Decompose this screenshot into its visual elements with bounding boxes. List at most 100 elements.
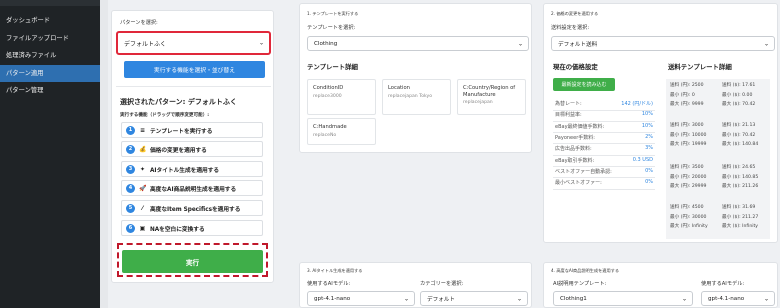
current-price-title: 現在の価格設定	[553, 63, 598, 71]
template-select[interactable]: Clothing ⌄	[307, 36, 529, 51]
price-setting-row: 為替レート: 142 (円/ドル)	[553, 100, 655, 109]
money-bag-icon: 💰	[139, 145, 147, 153]
ai-description-template-select[interactable]: Clothing1 ⌄	[553, 291, 693, 306]
tier-usd-value: 最大 ($): 70.42	[722, 102, 756, 108]
select-features-button[interactable]: 実行する機能を選択・並び替え	[124, 61, 265, 78]
pattern-divider	[116, 86, 271, 87]
step-label: 高度なItem Specificsを適用する	[150, 206, 241, 213]
feature-step[interactable]: 3 ✦ AIタイトル生成を適用する	[121, 161, 263, 177]
price-setting-row: 広告出品手数料: 3%	[553, 145, 655, 154]
ai-model-select[interactable]: gpt-4.1-nano ⌄	[307, 291, 415, 306]
na-icon: ▣	[139, 224, 146, 232]
tier-yen-value: 最大 (円): 9999	[670, 102, 704, 108]
refresh-settings-button[interactable]: 最新設定を読み込む	[553, 78, 615, 91]
ai-description-model-select[interactable]: gpt-4.1-nano ⌄	[701, 291, 775, 306]
shipping-tier-panel: 送料 (円): 2500 送料 ($): 17.61 最小 (円): 0 最小 ($)…	[666, 79, 770, 239]
rocket-icon: 🚀	[139, 184, 147, 192]
price-setting-value: 10%	[641, 111, 653, 118]
tier-usd-value: 送料 ($): 24.65	[722, 165, 756, 170]
sidebar-item[interactable]: パターン適用	[0, 64, 100, 82]
section3-title-text: 3. AIタイトル生成を適用する	[307, 268, 363, 273]
feature-step[interactable]: 6 ▣ NAを空白に変換する	[121, 220, 263, 236]
price-setting-value: 142 (円/ドル)	[621, 101, 653, 107]
pattern-select-label: パターンを選択:	[120, 20, 158, 26]
tier-yen-value: 送料 (円): 3500	[670, 165, 704, 170]
tier-usd-value: 最大 ($): 140.84	[722, 142, 759, 148]
price-setting-row: 目標利益率: 10%	[553, 111, 655, 120]
template-details-title: テンプレート詳細	[307, 63, 358, 71]
price-setting-key: ベストオファー自動承認:	[555, 168, 612, 175]
pattern-select[interactable]: デフォルトふく ⌄	[116, 31, 271, 55]
shipping-select[interactable]: デフォルト送料 ⌄	[551, 36, 775, 51]
price-setting-row: Payoneer手数料: 2%	[553, 134, 655, 143]
category-select[interactable]: デフォルト ⌄	[420, 291, 528, 306]
chevron-down-icon: ⌄	[258, 39, 264, 47]
field-value: replacejapan Tokyo	[388, 94, 433, 99]
tier-yen-value: 最大 (円): 29999	[670, 184, 707, 190]
price-setting-value: 3%	[645, 145, 653, 152]
price-setting-value: 0.3 USD	[632, 156, 653, 163]
tier-yen-value: 最大 (円): Infinity	[670, 224, 708, 230]
tier-usd-value: 送料 ($): 31.69	[722, 205, 756, 210]
shipping-details-title: 送料テンプレート詳細	[668, 63, 732, 71]
row-divider	[553, 188, 655, 190]
selected-pattern-title: 選択されたパターン: デフォルトふく	[120, 98, 237, 106]
price-setting-key: 目標利益率:	[555, 112, 582, 119]
field-box: Location replacejapan Tokyo	[382, 79, 451, 115]
tier-yen-value: 送料 (円): 3000	[670, 123, 704, 128]
run-button[interactable]: 実行	[122, 250, 263, 273]
field-value: replaceNo	[313, 133, 337, 138]
field-box: ConditionID replace3000	[307, 79, 376, 115]
price-setting-row: eBay最終価値手数料: 10%	[553, 123, 655, 132]
sidebar-item[interactable]: パターン管理	[0, 82, 100, 100]
tier-usd-value: 最小 ($): 70.42	[722, 132, 756, 138]
price-setting-key: 最小ベストオファー:	[555, 180, 602, 187]
category-label: カテゴリーを選択:	[420, 281, 464, 287]
field-value: replacejapan	[463, 100, 493, 105]
feature-step[interactable]: 5 ⁄ 高度なItem Specificsを適用する	[121, 200, 263, 216]
section4-title: 4. 高度なAI商品説明生成を適用する	[551, 268, 619, 274]
step-label: AIタイトル生成を適用する	[150, 167, 220, 174]
sidebar-item[interactable]: ダッシュボード	[0, 12, 100, 30]
tier-usd-value: 最大 ($): Infinity	[722, 224, 759, 230]
tier-yen-value: 送料 (円): 2500	[670, 83, 704, 88]
step-number: 5	[126, 203, 135, 213]
pattern-select-value: デフォルトふく	[124, 40, 167, 48]
field-name: Location	[388, 85, 410, 91]
step-number: 4	[126, 183, 135, 193]
feature-step[interactable]: 4 🚀 高度なAI商品説明生成を適用する	[121, 180, 263, 196]
ai-description-template-label: AI説明用テンプレート:	[553, 281, 607, 287]
chevron-down-icon: ⌄	[403, 295, 409, 302]
chevron-down-icon: ⌄	[681, 295, 687, 302]
step-label: 高度なAI商品説明生成を適用する	[150, 186, 237, 193]
sidebar-nav: ダッシュボード ファイルアップロード 処理済みファイル パターン適用 パターン管理	[0, 12, 100, 100]
step-label: 価格の変更を適用する	[150, 147, 207, 154]
category-select-value: デフォルト	[427, 296, 455, 303]
tier-usd-value: 最小 ($): 211.27	[722, 214, 759, 220]
price-setting-key: eBay取引手数料:	[555, 157, 595, 164]
tier-usd-value: 最小 ($): 0.00	[722, 92, 753, 98]
price-setting-value: 0%	[645, 179, 653, 186]
feature-step[interactable]: 2 💰 価格の変更を適用する	[121, 141, 263, 157]
ai-model-select-value: gpt-4.1-nano	[314, 295, 351, 302]
magic-wand-icon: ⁄	[141, 204, 143, 212]
price-setting-row: 最小ベストオファー: 0%	[553, 179, 655, 188]
ai-description-model-label: 使用するAIモデル:	[701, 281, 745, 287]
section2-title: 2. 価格の変更を適用する	[551, 11, 598, 17]
tier-usd-value: 送料 ($): 17.61	[722, 83, 756, 88]
tier-yen-value: 最小 (円): 30000	[670, 214, 707, 220]
sparkle-icon: ✦	[139, 165, 146, 173]
chevron-down-icon: ⌄	[763, 40, 769, 47]
chevron-down-icon: ⌄	[517, 40, 523, 47]
feature-step[interactable]: 1 ≡ テンプレートを実行する	[121, 122, 263, 138]
price-setting-key: 広告出品手数料:	[555, 146, 592, 153]
tier-yen-value: 最小 (円): 20000	[670, 174, 707, 180]
sidebar-item[interactable]: ファイルアップロード	[0, 30, 100, 48]
sidebar-item[interactable]: 処理済みファイル	[0, 47, 100, 65]
step-number: 3	[126, 164, 135, 174]
tier-yen-value: 最小 (円): 0	[670, 92, 695, 98]
chevron-down-icon: ⌄	[763, 295, 769, 302]
section1-title: 1. テンプレートを実行する	[307, 11, 358, 17]
section4-title-text: 4. 高度なAI商品説明生成を適用する	[551, 268, 620, 273]
sidebar: ダッシュボード ファイルアップロード 処理済みファイル パターン適用 パターン管理	[0, 0, 100, 308]
